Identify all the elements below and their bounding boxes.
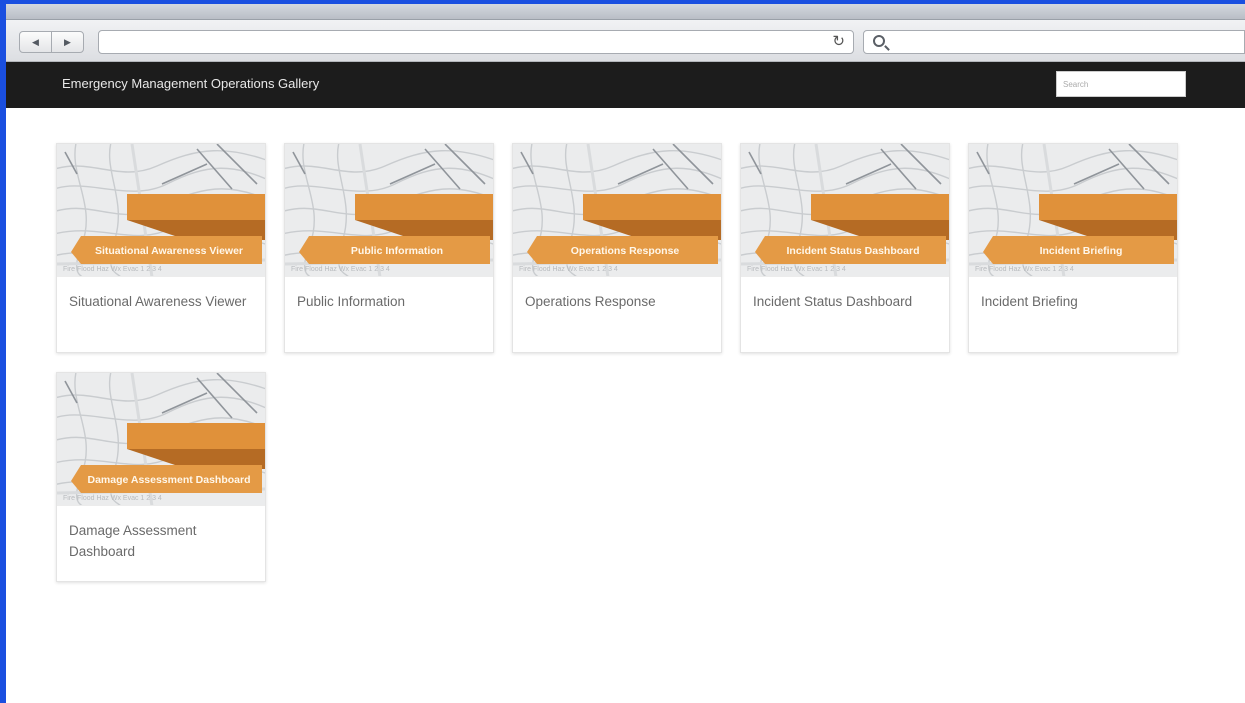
ribbon-label: Damage Assessment Dashboard [87,474,250,486]
gallery-search-input[interactable] [1056,71,1186,97]
browser-toolbar: ◀ ▶ ↻ [6,20,1245,62]
card-thumbnail[interactable]: Fire Flood Haz Wx Evac 1 2 3 4 Operation… [513,144,721,277]
card-thumbnail[interactable]: Fire Flood Haz Wx Evac 1 2 3 4 Damage As… [57,373,265,506]
forward-button[interactable]: ▶ [51,32,83,52]
gallery-grid: Fire Flood Haz Wx Evac 1 2 3 4 Situation… [56,143,1186,582]
svg-text:Fire Flood Haz Wx Evac 1: Fire Flood Haz Wx Evac 1 2 3 4 [63,266,162,273]
card-title[interactable]: Public Information [285,277,493,312]
card-thumbnail[interactable]: Fire Flood Haz Wx Evac 1 2 3 4 Situation… [57,144,265,277]
forward-arrow-icon: ▶ [64,36,71,47]
map-thumbnail: Fire Flood Haz Wx Evac 1 2 3 4 Incident … [741,144,949,276]
search-icon [873,35,885,47]
card-thumbnail[interactable]: Fire Flood Haz Wx Evac 1 2 3 4 Incident … [741,144,949,277]
address-bar[interactable]: ↻ [98,30,854,54]
card-thumbnail[interactable]: Fire Flood Haz Wx Evac 1 2 3 4 Public In… [285,144,493,277]
svg-text:Fire Flood Haz Wx Evac 1: Fire Flood Haz Wx Evac 1 2 3 4 [519,266,618,273]
ribbon-label: Incident Status Dashboard [786,245,919,257]
card-thumbnail[interactable]: Fire Flood Haz Wx Evac 1 2 3 4 Incident … [969,144,1177,277]
map-thumbnail: Fire Flood Haz Wx Evac 1 2 3 4 Public In… [285,144,493,276]
card-title[interactable]: Incident Briefing [969,277,1177,312]
back-arrow-icon: ◀ [32,36,39,47]
gallery-card-incident-briefing[interactable]: Fire Flood Haz Wx Evac 1 2 3 4 Incident … [968,143,1178,353]
map-thumbnail: Fire Flood Haz Wx Evac 1 2 3 4 Situation… [57,144,265,276]
back-button[interactable]: ◀ [20,32,51,52]
card-title[interactable]: Operations Response [513,277,721,312]
svg-text:Fire Flood Haz Wx Evac 1: Fire Flood Haz Wx Evac 1 2 3 4 [291,266,390,273]
reload-icon[interactable]: ↻ [832,33,845,51]
gallery-card-operations-response[interactable]: Fire Flood Haz Wx Evac 1 2 3 4 Operation… [512,143,722,353]
gallery-card-incident-status-dashboard[interactable]: Fire Flood Haz Wx Evac 1 2 3 4 Incident … [740,143,950,353]
map-thumbnail: Fire Flood Haz Wx Evac 1 2 3 4 Operation… [513,144,721,276]
ribbon-label: Public Information [351,245,443,257]
ribbon-label: Operations Response [571,245,680,257]
svg-text:Fire Flood Haz Wx Evac 1: Fire Flood Haz Wx Evac 1 2 3 4 [747,266,846,273]
gallery-header: Emergency Management Operations Gallery [6,62,1245,108]
svg-text:Fire Flood Haz Wx Evac 1: Fire Flood Haz Wx Evac 1 2 3 4 [975,266,1074,273]
nav-buttons: ◀ ▶ [19,31,84,53]
card-title[interactable]: Incident Status Dashboard [741,277,949,312]
ribbon-label: Incident Briefing [1040,245,1123,257]
window-titlebar [6,4,1245,20]
card-title[interactable]: Damage Assessment Dashboard [57,506,265,562]
map-thumbnail: Fire Flood Haz Wx Evac 1 2 3 4 Incident … [969,144,1177,276]
gallery-card-situational-awareness-viewer[interactable]: Fire Flood Haz Wx Evac 1 2 3 4 Situation… [56,143,266,353]
svg-text:Fire Flood Haz Wx Evac 1: Fire Flood Haz Wx Evac 1 2 3 4 [63,495,162,502]
ribbon-label: Situational Awareness Viewer [95,245,243,257]
page-title: Emergency Management Operations Gallery [62,76,320,91]
card-title[interactable]: Situational Awareness Viewer [57,277,265,312]
gallery-card-public-information[interactable]: Fire Flood Haz Wx Evac 1 2 3 4 Public In… [284,143,494,353]
gallery-card-damage-assessment-dashboard[interactable]: Fire Flood Haz Wx Evac 1 2 3 4 Damage As… [56,372,266,582]
browser-search-field[interactable] [863,30,1245,54]
map-thumbnail: Fire Flood Haz Wx Evac 1 2 3 4 Damage As… [57,373,265,505]
